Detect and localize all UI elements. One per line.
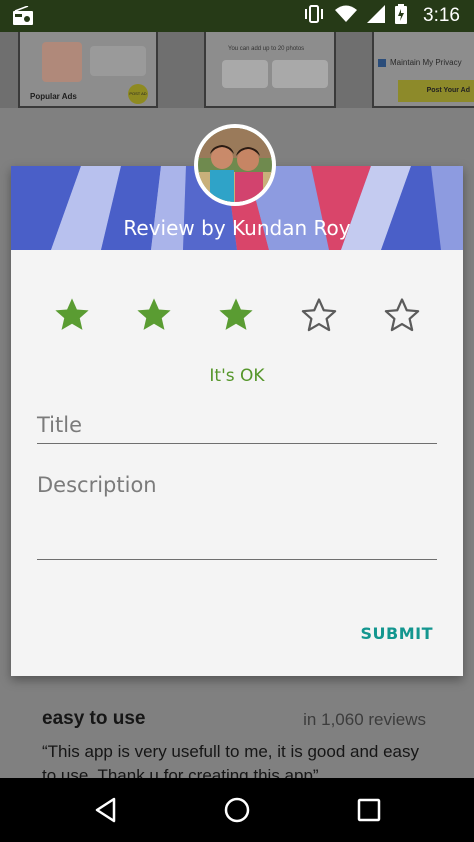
description-input[interactable]: Description [37, 470, 437, 560]
star-4-icon[interactable] [300, 296, 338, 334]
status-clock: 3:16 [423, 5, 460, 26]
description-placeholder: Description [37, 473, 157, 497]
rating-label: It's OK [209, 366, 265, 386]
bg-review-quote: “This app is very usefull to me, it is g… [42, 742, 420, 778]
bg-hero-image [42, 42, 82, 82]
title-placeholder: Title [37, 413, 83, 437]
status-bar: 3:16 [0, 0, 474, 32]
bg-review-title: easy to use [42, 708, 146, 729]
bg-car-photo [272, 60, 328, 88]
bg-upload-hint: You can add up to 20 photos [228, 46, 305, 52]
avatar [194, 124, 276, 206]
recents-icon[interactable] [355, 796, 383, 824]
wifi-icon [335, 5, 358, 28]
signal-icon [367, 4, 386, 28]
bg-banner-image [90, 46, 146, 76]
home-icon[interactable] [223, 796, 251, 824]
star-rating[interactable] [11, 296, 463, 336]
checkbox-icon [378, 58, 386, 67]
radio-icon [12, 5, 34, 26]
navigation-bar [0, 778, 474, 842]
bg-post-ad-badge: POST AD [128, 84, 148, 104]
profile-photo [198, 128, 272, 202]
bg-review-count: in 1,060 reviews [303, 710, 426, 729]
bg-popular-ads-label: Popular Ads [30, 92, 77, 101]
dialog-title: Review by Kundan Roy [123, 216, 351, 240]
bg-post-ad-button: Post Your Ad [398, 80, 474, 102]
star-1-icon[interactable] [53, 296, 91, 334]
bg-maintain-privacy-label: Maintain My Privacy [390, 58, 462, 67]
review-dialog: Review by Kundan Roy It's OK Title Descr… [11, 166, 463, 676]
star-5-icon[interactable] [383, 296, 421, 334]
back-icon[interactable] [92, 796, 120, 824]
bg-car-photo [222, 60, 268, 88]
battery-icon [395, 3, 408, 29]
star-3-icon[interactable] [217, 296, 255, 334]
vibrate-icon [303, 4, 325, 29]
bg-screenshot [204, 32, 336, 108]
bg-maintain-privacy: Maintain My Privacy [378, 58, 462, 67]
submit-button[interactable]: SUBMIT [361, 624, 434, 643]
title-input[interactable]: Title [37, 410, 437, 444]
star-2-icon[interactable] [135, 296, 173, 334]
